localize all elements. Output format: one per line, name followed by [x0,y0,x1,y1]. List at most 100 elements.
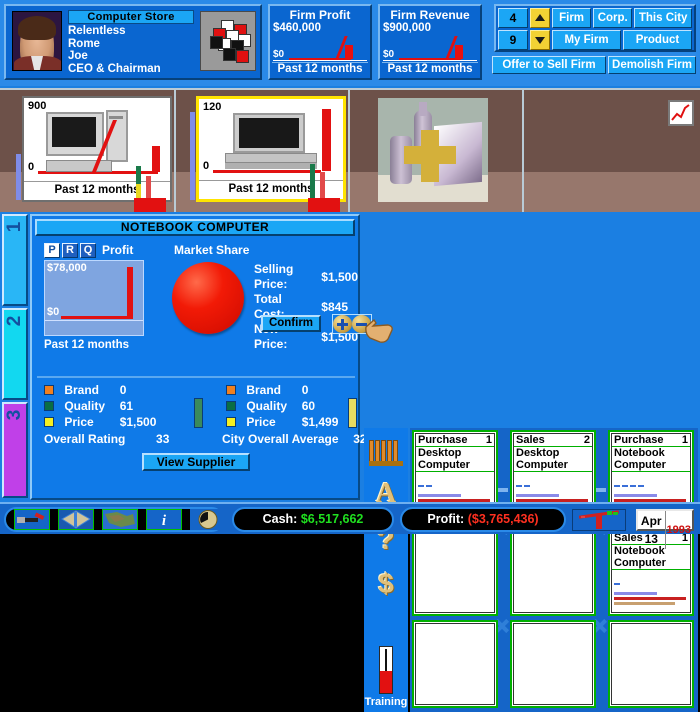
desktop-zero-label: 0 [28,161,35,173]
tab-floor-2[interactable]: 2 [2,308,28,400]
confirm-button[interactable]: Confirm [261,315,321,332]
rating-row-brand-mine: Brand 0 [44,382,156,398]
city-average-ratings: Brand 0 Quality 60 Price $1,499 City Ove… [222,382,367,446]
books-icon[interactable] [364,434,408,466]
toggle-quantity-q[interactable]: Q [80,243,96,258]
firm-profit-footer: Past 12 months [272,62,368,75]
department-count: 1 [485,434,492,446]
rating-row-quality-city: Quality 60 [226,398,338,414]
view-controls-panel: 4 Firm Corp. This City 9 My Firm Product [494,4,696,52]
department-product-line: Desktop [418,447,462,459]
department-box [510,528,596,616]
selling-price-value: $1,500 [321,269,358,284]
city-rating-gauge [348,398,357,428]
arrow-down-icon[interactable] [530,30,550,50]
city-name: Rome [68,37,100,50]
demolish-firm-button[interactable]: Demolish Firm [608,56,696,74]
price-value-city: $1,499 [301,415,339,429]
overall-rating-label: Overall Rating [44,432,126,446]
toggle-revenue-r[interactable]: R [62,243,78,258]
price-stepper [332,314,372,334]
thermometer-icon[interactable] [364,646,408,694]
price-swatch-mine [44,417,54,427]
brand-swatch-city [226,385,236,395]
offer-to-sell-firm-button[interactable]: Offer to Sell Firm [492,56,606,74]
floor-number-bottom[interactable]: 9 [498,30,528,50]
ceo-portrait [12,11,62,71]
brand-value-city: 0 [301,383,309,397]
arrow-up-icon[interactable] [530,8,550,28]
department-empty-slot[interactable] [412,528,498,616]
ceo-name: Joe [68,50,88,62]
view-supplier-button[interactable]: View Supplier [142,453,250,471]
household-products-icon[interactable] [378,98,488,202]
balance-seesaw-icon[interactable] [572,509,626,531]
my-rating-gauge [194,398,203,428]
rating-row-price-mine: Price $1,500 [44,414,156,430]
scope-this-city-button[interactable]: This City [634,8,692,28]
minus-circle-icon[interactable] [352,315,371,333]
my-product-ratings: Brand 0 Quality 61 Price $1,500 Overall … [44,382,203,446]
floor-number-top[interactable]: 4 [498,8,528,28]
department-empty-slot[interactable] [608,620,694,708]
tab-floor-1[interactable]: 1 [2,214,28,306]
department-product-name: Desktop Computer [416,447,494,472]
tab-floor-3[interactable]: 3 [2,402,28,498]
hammer-build-icon[interactable] [14,509,50,530]
product-button[interactable]: Product [623,30,692,50]
rating-row-brand-city: Brand 0 [226,382,338,398]
ceo-role: CEO & Chairman [68,62,161,75]
firm-name: Relentless [68,25,126,37]
notebook-zero-label: 0 [203,160,210,172]
vertical-tab-strip: 1 2 3 [2,214,28,500]
firm-revenue-panel[interactable]: Firm Revenue $900,000 $0 Past 12 months [378,4,482,80]
department-empty-slot[interactable] [510,620,596,708]
rating-row-price-city: Price $1,499 [226,414,338,430]
plus-circle-icon[interactable] [333,315,352,333]
date-display[interactable]: Apr 13 1993 [636,509,694,549]
firm-revenue-footer: Past 12 months [382,62,478,75]
department-inner [513,623,593,705]
quality-label-city: Quality [246,399,288,413]
department-type: Purchase [418,434,468,446]
cash-display: Cash: $6,517,662 [232,507,394,532]
firm-profit-panel[interactable]: Firm Profit $460,000 $0 Past 12 months [268,4,372,80]
firm-revenue-baseline: $0 [383,49,395,60]
toggle-profit-p[interactable]: P [44,243,60,258]
department-type: Sales [516,434,545,446]
price-value-mine: $1,500 [119,415,157,429]
date-year: 1993 [666,524,691,536]
department-empty-slot[interactable] [510,528,596,616]
world-map-icon[interactable] [102,509,138,530]
notebook-computer-icon [225,113,321,169]
company-info-panel[interactable]: Computer Store Relentless Rome Joe CEO &… [4,4,262,80]
brand-label-mine: Brand [64,383,100,397]
profit-value: ($3,765,436) [467,512,539,526]
scope-firm-button[interactable]: Firm [552,8,592,28]
profit-chart: $78,000 $0 [44,260,144,336]
price-label-mine: Price [64,415,94,429]
line-graph-icon[interactable] [668,100,694,126]
selling-price-label: Selling Price: [254,262,294,291]
department-inner [415,623,495,705]
profit-label: Profit [102,243,134,257]
desktop-top-value: 900 [28,100,47,112]
clock-icon[interactable] [190,509,226,530]
cube-facet [210,36,223,49]
info-icon[interactable]: i [146,509,182,530]
department-empty-slot[interactable] [412,620,498,708]
dollar-sign-icon[interactable]: $ [364,568,408,600]
cash-label: Cash: [262,512,298,526]
tab-floor-2-label: 2 [4,315,25,327]
market-share-label: Market Share [174,243,250,257]
market-share-pie[interactable] [172,262,244,334]
quality-swatch-city [226,401,236,411]
store-title: Computer Store [68,10,194,24]
city-map-icon[interactable] [58,509,94,530]
my-firm-button[interactable]: My Firm [552,30,621,50]
firm-revenue-graph: $0 [383,34,477,61]
brand-label-city: Brand [246,383,282,397]
game-screen: Computer Store Relentless Rome Joe CEO &… [0,0,700,712]
department-inner [415,531,495,613]
scope-corp-button[interactable]: Corp. [593,8,633,28]
